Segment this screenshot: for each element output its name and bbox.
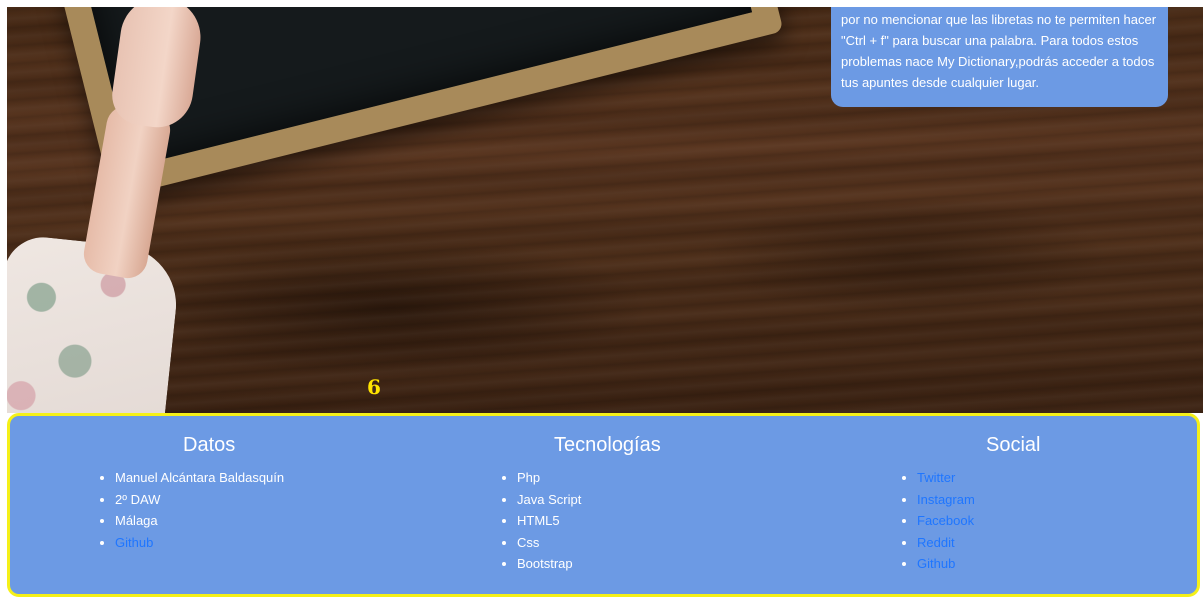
list-item: Málaga	[115, 510, 325, 532]
twitter-link[interactable]: Twitter	[917, 470, 955, 485]
tecnologias-list: Php Java Script HTML5 Css Bootstrap	[497, 467, 737, 575]
footer-column-datos: Datos Manuel Alcántara Baldasquín 2º DAW…	[95, 434, 325, 553]
list-item: 2º DAW	[115, 489, 325, 511]
list-item: Bootstrap	[517, 553, 737, 575]
list-item: Instagram	[917, 489, 1137, 511]
footer: Datos Manuel Alcántara Baldasquín 2º DAW…	[7, 413, 1200, 597]
list-item: Java Script	[517, 489, 737, 511]
footer-title-social: Social	[986, 434, 1041, 456]
social-github-link[interactable]: Github	[917, 556, 955, 571]
list-item: Reddit	[917, 532, 1137, 554]
list-item: Manuel Alcántara Baldasquín	[115, 467, 325, 489]
facebook-link[interactable]: Facebook	[917, 513, 974, 528]
info-text: por no mencionar que las libretas no te …	[841, 12, 1157, 90]
list-item: Css	[517, 532, 737, 554]
datos-list: Manuel Alcántara Baldasquín 2º DAW Málag…	[95, 467, 325, 553]
social-list: Twitter Instagram Facebook Reddit Github	[897, 467, 1137, 575]
footer-column-tecnologias: Tecnologías Php Java Script HTML5 Css Bo…	[497, 434, 737, 575]
list-item: Github	[917, 553, 1137, 575]
reddit-link[interactable]: Reddit	[917, 535, 955, 550]
footer-title-tecnologias: Tecnologías	[554, 434, 661, 456]
instagram-link[interactable]: Instagram	[917, 492, 975, 507]
info-box: por no mencionar que las libretas no te …	[831, 7, 1168, 107]
footer-column-social: Social Twitter Instagram Facebook Reddit…	[897, 434, 1137, 575]
list-item: Facebook	[917, 510, 1137, 532]
list-item: Php	[517, 467, 737, 489]
list-item: HTML5	[517, 510, 737, 532]
footer-title-datos: Datos	[183, 434, 236, 456]
list-item: Github	[115, 532, 325, 554]
page: por no mencionar que las libretas no te …	[0, 0, 1203, 599]
hero-image: por no mencionar que las libretas no te …	[7, 7, 1203, 413]
datos-github-link[interactable]: Github	[115, 535, 153, 550]
page-number: 6	[367, 375, 381, 399]
list-item: Twitter	[917, 467, 1137, 489]
